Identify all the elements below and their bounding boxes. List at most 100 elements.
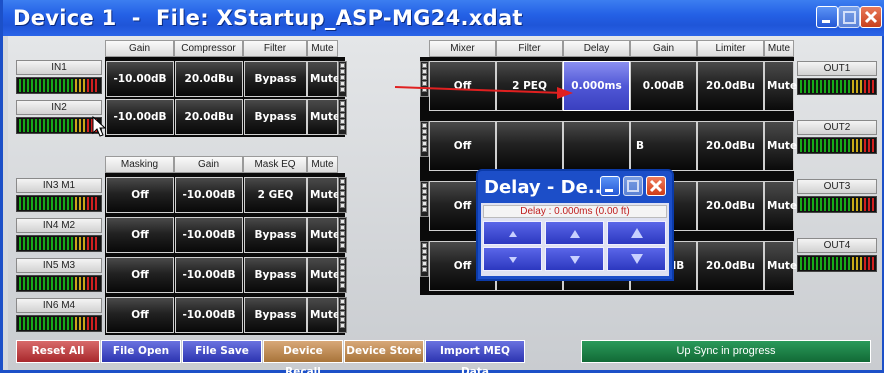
in1-gain[interactable]: -10.00dB [106, 61, 174, 97]
delay-up-coarse-button[interactable] [607, 221, 666, 245]
channel-label-in2: IN2 [16, 100, 102, 115]
popup-maximize-button[interactable] [623, 176, 643, 196]
delay-down-coarse-button[interactable] [607, 247, 666, 271]
level-meter-out3 [797, 196, 877, 213]
header-out-gain: Gain [630, 40, 697, 57]
file-open-button[interactable]: File Open [101, 340, 181, 363]
in6-masking[interactable]: Off [106, 297, 174, 333]
header-out-filter: Filter [496, 40, 563, 57]
popup-close-button[interactable] [646, 176, 666, 196]
import-meq-button[interactable]: Import MEQ Data [425, 340, 525, 378]
in3-masking[interactable]: Off [106, 177, 174, 213]
file-save-button[interactable]: File Save [182, 340, 262, 363]
header-filter: Filter [243, 40, 307, 57]
header-mask-eq: Mask EQ [243, 156, 307, 173]
header-gain: Gain [105, 40, 174, 57]
in2-compressor[interactable]: 20.0dBu [175, 99, 243, 135]
out4-ladder [420, 241, 429, 277]
in2-gain[interactable]: -10.00dB [106, 99, 174, 135]
title-bar[interactable]: Device 1 - File: XStartup_ASP-MG24.xdat [3, 0, 884, 36]
delay-up-medium-button[interactable] [545, 221, 604, 245]
level-meter-in4 [16, 235, 102, 252]
channel-label-in3: IN3 M1 [16, 178, 102, 193]
out1-limiter[interactable]: 20.0dBu [697, 61, 764, 111]
in5-masking[interactable]: Off [106, 257, 174, 293]
out2-ladder [420, 121, 429, 157]
in5-ladder [338, 257, 347, 293]
in5-gain[interactable]: -10.00dB [175, 257, 243, 293]
in5-mask-eq[interactable]: Bypass [244, 257, 307, 293]
in2-ladder [338, 99, 347, 135]
in1-ladder [338, 61, 347, 97]
out2-gain[interactable]: B [630, 121, 697, 171]
minimize-button[interactable] [816, 6, 838, 28]
level-meter-in6 [16, 315, 102, 332]
main-panel: Gain Compressor Filter Mute IN1 -10.00dB… [8, 36, 882, 378]
out3-limiter[interactable]: 20.0dBu [697, 181, 764, 231]
out2-filter[interactable] [496, 121, 563, 171]
close-button[interactable] [860, 6, 882, 28]
delay-popup[interactable]: Delay - De... Delay : 0.000ms (0.00 ft) [476, 169, 674, 281]
out4-mute[interactable]: Mute [764, 241, 797, 291]
popup-title: Delay - De... [484, 177, 609, 198]
header-mixer: Mixer [429, 40, 496, 57]
routing-arrow-icon [394, 86, 573, 99]
in5-mute[interactable]: Mute [307, 257, 340, 293]
delay-down-fine-button[interactable] [483, 247, 542, 271]
out2-delay[interactable] [563, 121, 630, 171]
device-store-button[interactable]: Device Store [344, 340, 424, 363]
channel-label-out3: OUT3 [797, 179, 877, 194]
in2-filter[interactable]: Bypass [244, 99, 307, 135]
in4-mute[interactable]: Mute [307, 217, 340, 253]
out3-mute[interactable]: Mute [764, 181, 797, 231]
in6-mute[interactable]: Mute [307, 297, 340, 333]
up-arrow-icon [569, 230, 580, 238]
header-compressor: Compressor [174, 40, 243, 57]
channel-label-out4: OUT4 [797, 238, 877, 253]
in4-ladder [338, 217, 347, 253]
out2-limiter[interactable]: 20.0dBu [697, 121, 764, 171]
down-arrow-icon [569, 256, 580, 264]
out4-limiter[interactable]: 20.0dBu [697, 241, 764, 291]
level-meter-out1 [797, 78, 877, 95]
in2-mute[interactable]: Mute [307, 99, 340, 135]
in6-mask-eq[interactable]: Bypass [244, 297, 307, 333]
level-meter-out4 [797, 255, 877, 272]
delay-down-medium-button[interactable] [545, 247, 604, 271]
level-meter-in5 [16, 275, 102, 292]
channel-label-in4: IN4 M2 [16, 218, 102, 233]
channel-label-in5: IN5 M3 [16, 258, 102, 273]
in1-compressor[interactable]: 20.0dBu [175, 61, 243, 97]
out1-gain[interactable]: 0.00dB [630, 61, 697, 111]
in4-masking[interactable]: Off [106, 217, 174, 253]
delay-readout: Delay : 0.000ms (0.00 ft) [483, 205, 667, 218]
out1-mute[interactable]: Mute [764, 61, 797, 111]
channel-label-in1: IN1 [16, 60, 102, 75]
reset-all-button[interactable]: Reset All [16, 340, 100, 363]
close-icon [649, 179, 663, 193]
window-title: Device 1 - File: XStartup_ASP-MG24.xdat [13, 6, 523, 30]
out2-mixer[interactable]: Off [429, 121, 496, 171]
in3-mute[interactable]: Mute [307, 177, 340, 213]
minimize-icon [822, 20, 830, 23]
in4-gain[interactable]: -10.00dB [175, 217, 243, 253]
in4-mask-eq[interactable]: Bypass [244, 217, 307, 253]
down-arrow-large-icon [630, 254, 643, 264]
in6-gain[interactable]: -10.00dB [175, 297, 243, 333]
in1-mute[interactable]: Mute [307, 61, 340, 97]
device-recall-button[interactable]: Device Recall [263, 340, 343, 378]
header-out-mute: Mute [764, 40, 794, 57]
mouse-cursor-icon [92, 116, 107, 137]
in1-filter[interactable]: Bypass [244, 61, 307, 97]
maximize-icon [843, 11, 856, 24]
in3-mask-eq[interactable]: 2 GEQ [244, 177, 307, 213]
in3-gain[interactable]: -10.00dB [175, 177, 243, 213]
maximize-button[interactable] [838, 6, 860, 28]
level-meter-in3 [16, 195, 102, 212]
out2-mute[interactable]: Mute [764, 121, 797, 171]
header-delay: Delay [563, 40, 630, 57]
up-arrow-small-icon [508, 231, 517, 237]
delay-up-fine-button[interactable] [483, 221, 542, 245]
level-meter-out2 [797, 137, 877, 154]
popup-minimize-button[interactable] [600, 176, 620, 196]
